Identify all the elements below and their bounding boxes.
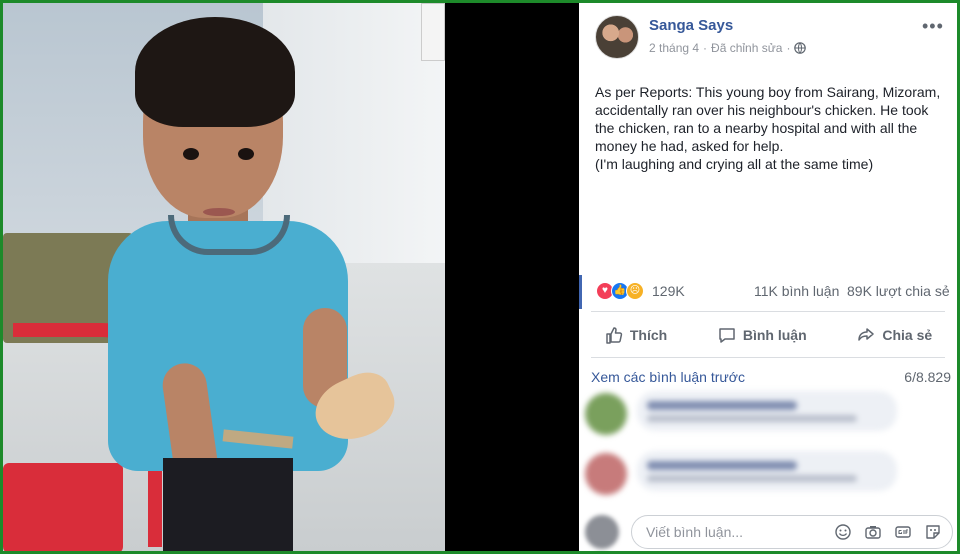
see-previous-comments-link[interactable]: Xem các bình luận trước xyxy=(591,369,745,385)
camera-icon[interactable] xyxy=(864,523,882,541)
reactions-bar: ♥ 👍 ☹ 129K 11K bình luận 89K lượt chia s… xyxy=(579,275,957,309)
user-avatar xyxy=(585,515,619,549)
post-body-text: As per Reports: This young boy from Sair… xyxy=(595,84,941,172)
photo-boy-pants xyxy=(163,458,293,551)
globe-icon[interactable] xyxy=(794,42,807,54)
page-avatar[interactable] xyxy=(595,15,639,59)
comment-label: Bình luận xyxy=(742,327,807,343)
share-button[interactable]: Chia sẻ xyxy=(856,325,932,345)
comment-button[interactable]: Bình luận xyxy=(717,325,807,345)
thumbs-up-icon xyxy=(606,327,623,344)
comment-composer xyxy=(579,511,957,551)
comment-item xyxy=(585,447,925,501)
comment-item xyxy=(585,387,925,441)
commenter-avatar xyxy=(585,453,627,495)
divider xyxy=(591,311,945,312)
post-panel: Sanga Says 2 tháng 4 · Đã chỉnh sửa · ••… xyxy=(579,3,957,551)
photo-calendar xyxy=(421,3,445,61)
photo-boy-eye-left xyxy=(183,148,199,160)
share-count[interactable]: 89K lượt chia sẻ xyxy=(847,283,950,299)
commenter-avatar xyxy=(585,393,627,435)
post-actions: Thích Bình luận Chia sẻ xyxy=(579,317,957,353)
comment-icon xyxy=(719,328,735,343)
photo-boy-eye-right xyxy=(238,148,254,160)
emoji-icon[interactable] xyxy=(834,523,852,541)
photo-boy-hair xyxy=(135,17,295,127)
page-name-link[interactable]: Sanga Says xyxy=(649,17,733,34)
post-photo[interactable] xyxy=(3,3,445,551)
edited-label[interactable]: Đã chỉnh sửa xyxy=(711,41,782,55)
comment-input-box[interactable] xyxy=(631,515,953,549)
reaction-count[interactable]: 129K xyxy=(652,283,685,299)
screenshot-frame: Sanga Says 2 tháng 4 · Đã chỉnh sửa · ••… xyxy=(3,3,957,551)
comment-input[interactable] xyxy=(644,523,828,541)
meta-separator: · xyxy=(703,41,708,55)
composer-tools xyxy=(834,523,942,541)
like-button[interactable]: Thích xyxy=(604,325,667,345)
share-label: Chia sẻ xyxy=(882,327,933,343)
divider xyxy=(591,357,945,358)
more-options-icon[interactable]: ••• xyxy=(922,17,944,35)
photo-boy-mouth xyxy=(203,208,235,216)
sad-reaction-icon: ☹ xyxy=(626,282,644,300)
sticker-icon[interactable] xyxy=(924,523,942,541)
post-date[interactable]: 2 tháng 4 xyxy=(649,41,699,55)
post-header: Sanga Says 2 tháng 4 · Đã chỉnh sửa · ••… xyxy=(579,3,957,69)
comment-pagination: 6/8.829 xyxy=(904,369,951,385)
like-label: Thích xyxy=(629,327,668,343)
meta-separator-2: · xyxy=(786,41,791,55)
gif-icon[interactable] xyxy=(894,523,912,541)
reaction-icons[interactable]: ♥ 👍 ☹ xyxy=(596,282,644,300)
share-icon xyxy=(858,328,875,341)
post-meta: 2 tháng 4 · Đã chỉnh sửa · xyxy=(649,41,807,55)
comment-count[interactable]: 11K bình luận xyxy=(754,283,839,299)
